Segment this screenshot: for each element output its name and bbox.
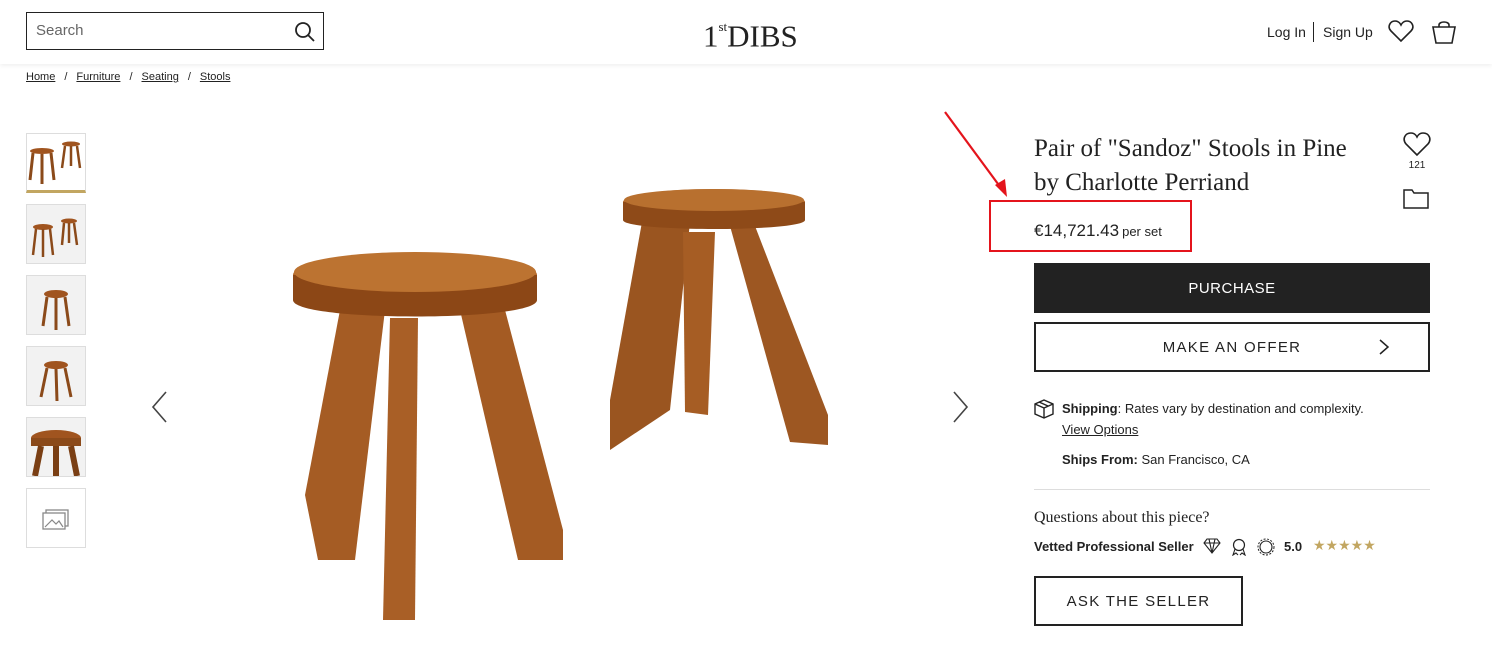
heart-icon[interactable] (1403, 131, 1431, 157)
rating-stars-icon: ★★★★★ (1313, 537, 1376, 553)
breadcrumb-separator: / (64, 71, 68, 83)
search-input[interactable] (36, 22, 286, 39)
diamond-icon (1203, 538, 1221, 554)
site-logo[interactable]: 1stDIBS (703, 14, 798, 53)
front-stool (293, 252, 563, 620)
vetted-seller-label: Vetted Professional Seller (1034, 539, 1194, 554)
breadcrumb-stools[interactable]: Stools (200, 71, 231, 83)
stool-closeup-thumbnail-image (27, 418, 85, 476)
thumbnail-4[interactable] (26, 346, 86, 406)
view-options-link[interactable]: View Options (1062, 422, 1138, 437)
price: €14,721.43 per set (1034, 221, 1162, 241)
breadcrumb-furniture[interactable]: Furniture (76, 71, 120, 83)
ships-from-value: San Francisco, CA (1137, 452, 1250, 467)
logo-prefix: 1 (703, 18, 719, 54)
laurel-badge-icon (1257, 538, 1275, 556)
favorites-heart-icon[interactable] (1388, 19, 1414, 43)
shipping-box-icon (1034, 399, 1054, 419)
back-stool (610, 189, 828, 450)
product-main-image[interactable] (250, 150, 890, 650)
chevron-right-icon (1379, 339, 1390, 355)
section-divider (1034, 489, 1430, 490)
breadcrumb-separator: / (129, 71, 133, 83)
breadcrumb: Home / Furniture / Seating / Stools (26, 71, 230, 83)
questions-heading: Questions about this piece? (1034, 509, 1210, 526)
favorites-count: 121 (1408, 160, 1426, 171)
login-link[interactable]: Log In (1267, 24, 1306, 40)
folder-icon[interactable] (1403, 187, 1429, 209)
next-image-arrow-icon[interactable] (950, 390, 970, 424)
header-divider (1313, 22, 1314, 42)
ask-seller-button[interactable]: ASK THE SELLER (1034, 576, 1243, 626)
search-box[interactable] (26, 12, 324, 50)
gallery-icon (42, 509, 69, 530)
shopping-bag-icon[interactable] (1431, 19, 1457, 45)
award-ribbon-icon (1232, 538, 1246, 556)
price-value: €14,721.43 (1034, 221, 1120, 240)
purchase-button[interactable]: PURCHASE (1034, 263, 1430, 313)
seller-rating: 5.0 (1284, 539, 1303, 554)
make-offer-button[interactable]: MAKE AN OFFER (1034, 322, 1430, 372)
price-unit: per set (1122, 224, 1162, 239)
shipping-info: Shipping: Rates vary by destination and … (1062, 401, 1364, 416)
red-annotation-arrow (944, 111, 1007, 197)
thumbnail-more[interactable] (26, 488, 86, 548)
favorite-button[interactable]: 121 (1402, 131, 1432, 171)
previous-image-arrow-icon[interactable] (150, 390, 170, 424)
single-stool-side-thumbnail-image (27, 347, 85, 405)
logo-sup: st (718, 19, 728, 34)
make-offer-label: MAKE AN OFFER (1162, 338, 1302, 356)
stool-pair-thumbnail-image (28, 141, 82, 184)
thumbnail-2[interactable] (26, 204, 86, 264)
breadcrumb-seating[interactable]: Seating (142, 71, 179, 83)
ships-from: Ships From: San Francisco, CA (1062, 452, 1250, 467)
thumbnail-5[interactable] (26, 417, 86, 477)
product-title: Pair of "Sandoz" Stools in Pine by Charl… (1034, 135, 1347, 196)
thumbnail-3[interactable] (26, 275, 86, 335)
ships-from-label: Ships From: (1062, 452, 1138, 467)
thumbnail-1[interactable] (26, 133, 86, 193)
signup-link[interactable]: Sign Up (1323, 24, 1373, 40)
breadcrumb-separator: / (187, 71, 191, 83)
search-icon[interactable] (294, 21, 316, 43)
single-stool-thumbnail-image (27, 276, 85, 334)
stool-pair-alt-thumbnail-image (27, 205, 85, 263)
site-header: 1stDIBS Log In Sign Up (0, 0, 1492, 64)
logo-main: DIBS (727, 18, 798, 54)
breadcrumb-home[interactable]: Home (26, 71, 55, 83)
shipping-label: Shipping (1062, 401, 1118, 416)
shipping-text: : Rates vary by destination and complexi… (1117, 401, 1364, 416)
